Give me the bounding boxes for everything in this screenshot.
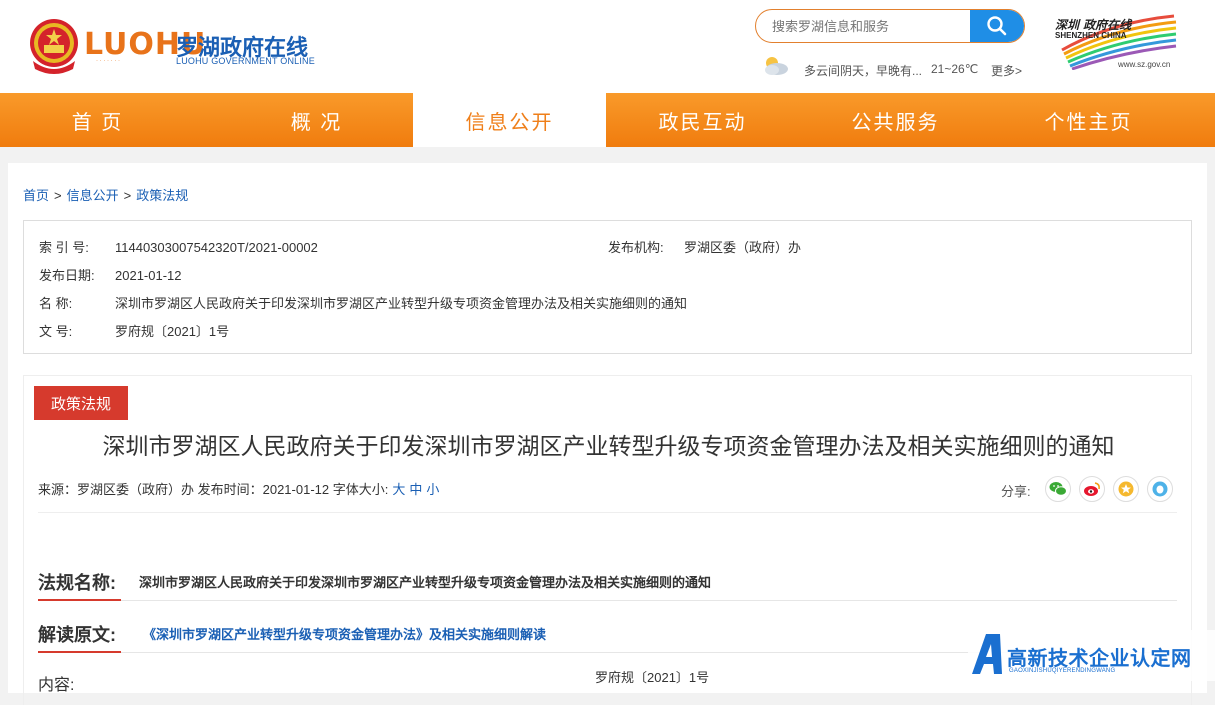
meta-org: 发布机构: 罗湖区委（政府）办 [608,237,801,256]
nav-item-overview[interactable]: 概 况 [220,93,413,147]
font-size-medium[interactable]: 中 [409,482,422,497]
meta-name-label: 名 称: [39,296,73,311]
watermark-subtext: GAOXINJISHUQIYERENDINGWANG [1009,668,1116,674]
meta-doc-number: 文 号: 罗府规〔2021〕1号 [39,321,229,340]
breadcrumb: 首页 > 信息公开 > 政策法规 [23,185,188,204]
nav-item-personal-home[interactable]: 个性主页 [992,93,1185,147]
logo-subtitle: LUOHU GOVERNMENT ONLINE [176,56,315,66]
nav-item-info-disclosure[interactable]: 信息公开 [413,93,606,147]
national-emblem-icon [30,19,78,74]
law-name-label: 法规名称: [38,573,116,593]
share-qq-button[interactable] [1147,476,1173,502]
shenzhen-logo-url: www.sz.gov.cn [1118,60,1171,69]
meta-index-value: 11440303007542320T/2021-00002 [115,240,318,255]
interpretation-underline [38,651,121,653]
law-name-value: 深圳市罗湖区人民政府关于印发深圳市罗湖区产业转型升级专项资金管理办法及相关实施细… [139,575,712,590]
logo-dots: · · · · · · · [96,58,120,64]
content-label: 内容: [38,677,75,694]
law-name-line [38,600,1177,601]
breadcrumb-separator: > [123,188,132,203]
category-tag: 政策法规 [34,386,128,420]
interpretation-link[interactable]: 《深圳市罗湖区产业转型升级专项资金管理办法》及相关实施细则解读 [143,624,546,643]
breadcrumb-policy[interactable]: 政策法规 [136,188,188,203]
share-label: 分享: [1001,484,1031,499]
font-size-small[interactable]: 小 [426,482,439,497]
search-icon [987,16,1007,36]
meta-doc-value: 罗府规〔2021〕1号 [115,324,230,339]
share-favorite-button[interactable] [1113,476,1139,502]
law-name-underline [38,599,121,601]
wechat-icon [1049,482,1067,496]
breadcrumb-info-disclosure[interactable]: 信息公开 [67,188,119,203]
nav-item-home[interactable]: 首 页 [0,93,220,147]
breadcrumb-home[interactable]: 首页 [23,188,49,203]
search-button[interactable] [970,10,1024,42]
weather-description: 多云间阴天，早晚有... [804,64,923,78]
nav-item-interaction[interactable]: 政民互动 [606,93,799,147]
search-box [755,9,1025,43]
weather-cloudy-icon [765,57,788,75]
interpretation-label: 解读原文: [38,625,116,645]
article-divider [38,512,1177,513]
meta-org-label: 发布机构: [608,240,664,255]
article-info-line: 来源：罗湖区委（政府）办 发布时间：2021-01-12 字体大小: 大中小 [38,479,439,498]
meta-org-value: 罗湖区委（政府）办 [684,240,802,255]
meta-date-label: 发布日期: [39,268,95,283]
star-icon [1118,481,1134,497]
search-input[interactable] [756,10,972,42]
meta-name-value: 深圳市罗湖区人民政府关于印发深圳市罗湖区产业转型升级专项资金管理办法及相关实施细… [115,296,688,311]
weather-temperature: 21~26℃ [931,62,979,76]
content-doc-number: 罗府规〔2021〕1号 [595,670,710,685]
main-content: 首页 > 信息公开 > 政策法规 索 引 号: 11440303007542320T/20… [8,163,1207,705]
nav-item-public-service[interactable]: 公共服务 [799,93,992,147]
document-meta-box: 索 引 号: 11440303007542320T/2021-00002 发布机构… [23,220,1192,354]
font-size-large[interactable]: 大 [392,482,405,497]
shenzhen-logo-subtitle: SHENZHEN CHINA [1055,31,1127,40]
share-weibo-button[interactable] [1079,476,1105,502]
article-source: 来源：罗湖区委（政府）办 发布时间：2021-01-12 字体大小: [38,482,389,497]
meta-index: 索 引 号: 11440303007542320T/2021-00002 [39,237,318,256]
share-wechat-button[interactable] [1045,476,1071,502]
meta-date-value: 2021-01-12 [115,268,182,283]
site-header: LUOHU · · · · · · · 罗湖政府在线 LUOHU GOVERNM… [0,0,1215,93]
watermark-text: 高新技术企业认定网 [1007,648,1192,670]
meta-doc-label: 文 号: [39,324,73,339]
main-nav: 首 页 概 况 信息公开 政民互动 公共服务 个性主页 [0,93,1215,147]
article-title: 深圳市罗湖区人民政府关于印发深圳市罗湖区产业转型升级专项资金管理办法及相关实施细… [102,433,1115,459]
meta-name: 名 称: 深圳市罗湖区人民政府关于印发深圳市罗湖区产业转型升级专项资金管理办法及相… [39,293,687,312]
qq-icon [1152,481,1168,497]
meta-index-label: 索 引 号: [39,240,89,255]
weibo-icon [1084,482,1100,496]
meta-date: 发布日期: 2021-01-12 [39,265,182,284]
breadcrumb-separator: > [54,188,62,203]
weather-more-link[interactable]: 更多> [991,62,1022,79]
